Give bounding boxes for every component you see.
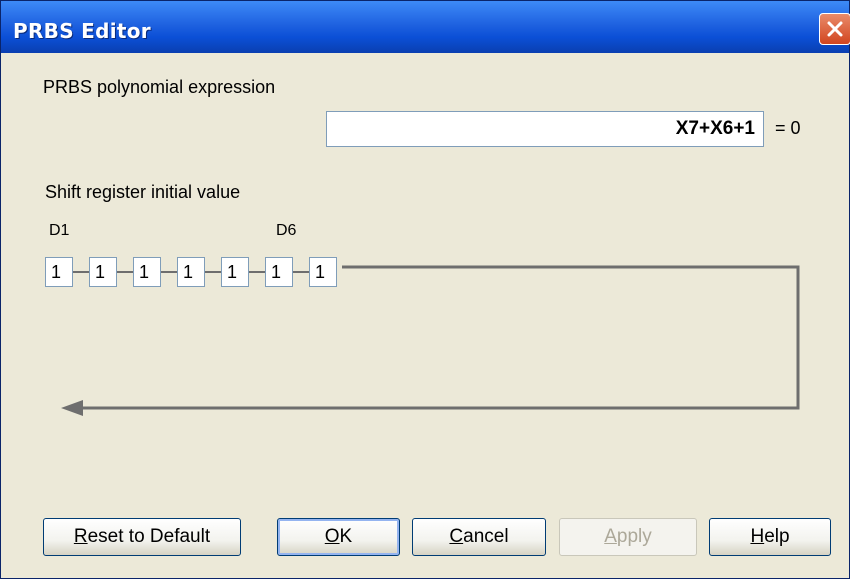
feedback-loop	[61, 265, 800, 416]
register-cell-d5[interactable]: 1	[221, 257, 249, 287]
register-cell-d3[interactable]: 1	[133, 257, 161, 287]
apply-button[interactable]: Apply	[559, 518, 697, 556]
ok-button[interactable]: OK	[277, 518, 400, 556]
mnemonic-letter: O	[324, 526, 340, 547]
register-cell-d4[interactable]: 1	[177, 257, 205, 287]
register-cell-d2[interactable]: 1	[89, 257, 117, 287]
register-link	[161, 271, 177, 273]
button-label: pply	[616, 526, 652, 547]
reset-to-default-button[interactable]: Reset to Default	[43, 518, 241, 556]
button-label: elp	[764, 526, 790, 547]
mnemonic-letter: A	[604, 526, 617, 547]
register-link	[249, 271, 265, 273]
mnemonic-letter: H	[750, 526, 765, 547]
button-label: K	[339, 526, 353, 547]
mnemonic-letter: C	[449, 526, 464, 547]
cancel-button[interactable]: Cancel	[412, 518, 546, 556]
register-link	[73, 271, 89, 273]
button-label: ancel	[463, 526, 509, 547]
register-cell-d6[interactable]: 1	[265, 257, 293, 287]
arrow-left-icon	[61, 400, 83, 416]
register-link	[293, 271, 309, 273]
button-label: eset to Default	[87, 526, 211, 547]
mnemonic-letter: R	[73, 526, 88, 547]
register-cell-d1[interactable]: 1	[45, 257, 73, 287]
prbs-editor-dialog: PRBS Editor PRBS polynomial expression =…	[0, 0, 850, 579]
help-button[interactable]: Help	[709, 518, 831, 556]
register-link	[205, 271, 221, 273]
register-cell-d7[interactable]: 1	[309, 257, 337, 287]
register-link	[117, 271, 133, 273]
